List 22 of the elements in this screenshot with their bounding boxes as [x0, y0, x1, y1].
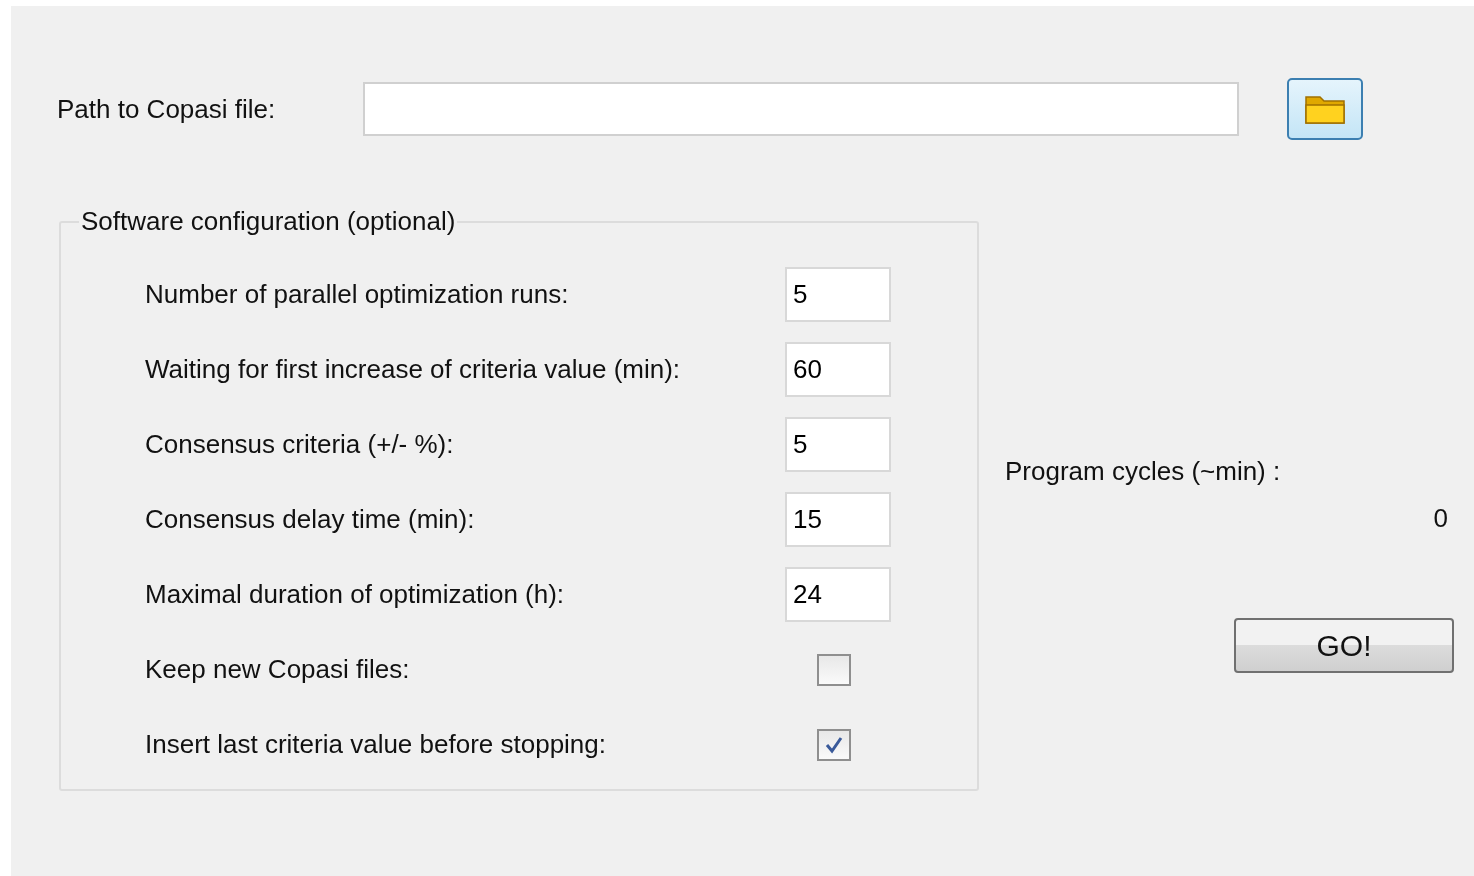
setting-label: Waiting for first increase of criteria value (min):: [145, 354, 681, 385]
path-label: Path to Copasi file:: [57, 93, 276, 125]
setting-label: Number of parallel optimization runs:: [145, 279, 569, 310]
path-input-field[interactable]: [363, 82, 1240, 136]
setting-label: Insert last criteria value before stopping:: [145, 729, 607, 760]
setting-label: Consensus delay time (min):: [145, 504, 475, 535]
number-field[interactable]: 5: [785, 417, 891, 472]
group-title: Software configuration (optional): [80, 206, 457, 237]
number-field[interactable]: 24: [785, 567, 891, 622]
setting-label: Maximal duration of optimization (h):: [145, 579, 565, 610]
number-field[interactable]: 15: [785, 492, 891, 547]
number-field[interactable]: 60: [785, 342, 891, 397]
go-button[interactable]: GO!: [1234, 618, 1454, 673]
checkbox[interactable]: [817, 653, 851, 686]
setting-label: Keep new Copasi files:: [145, 654, 410, 685]
program-cycles-value: 0: [1433, 503, 1448, 534]
program-cycles-label: Program cycles (~min) :: [1005, 456, 1282, 487]
checkbox[interactable]: [817, 728, 851, 761]
folder-icon: [1304, 93, 1347, 125]
browse-button[interactable]: [1287, 78, 1364, 140]
number-field[interactable]: 5: [785, 267, 891, 322]
setting-label: Consensus criteria (+/- %):: [145, 429, 454, 460]
